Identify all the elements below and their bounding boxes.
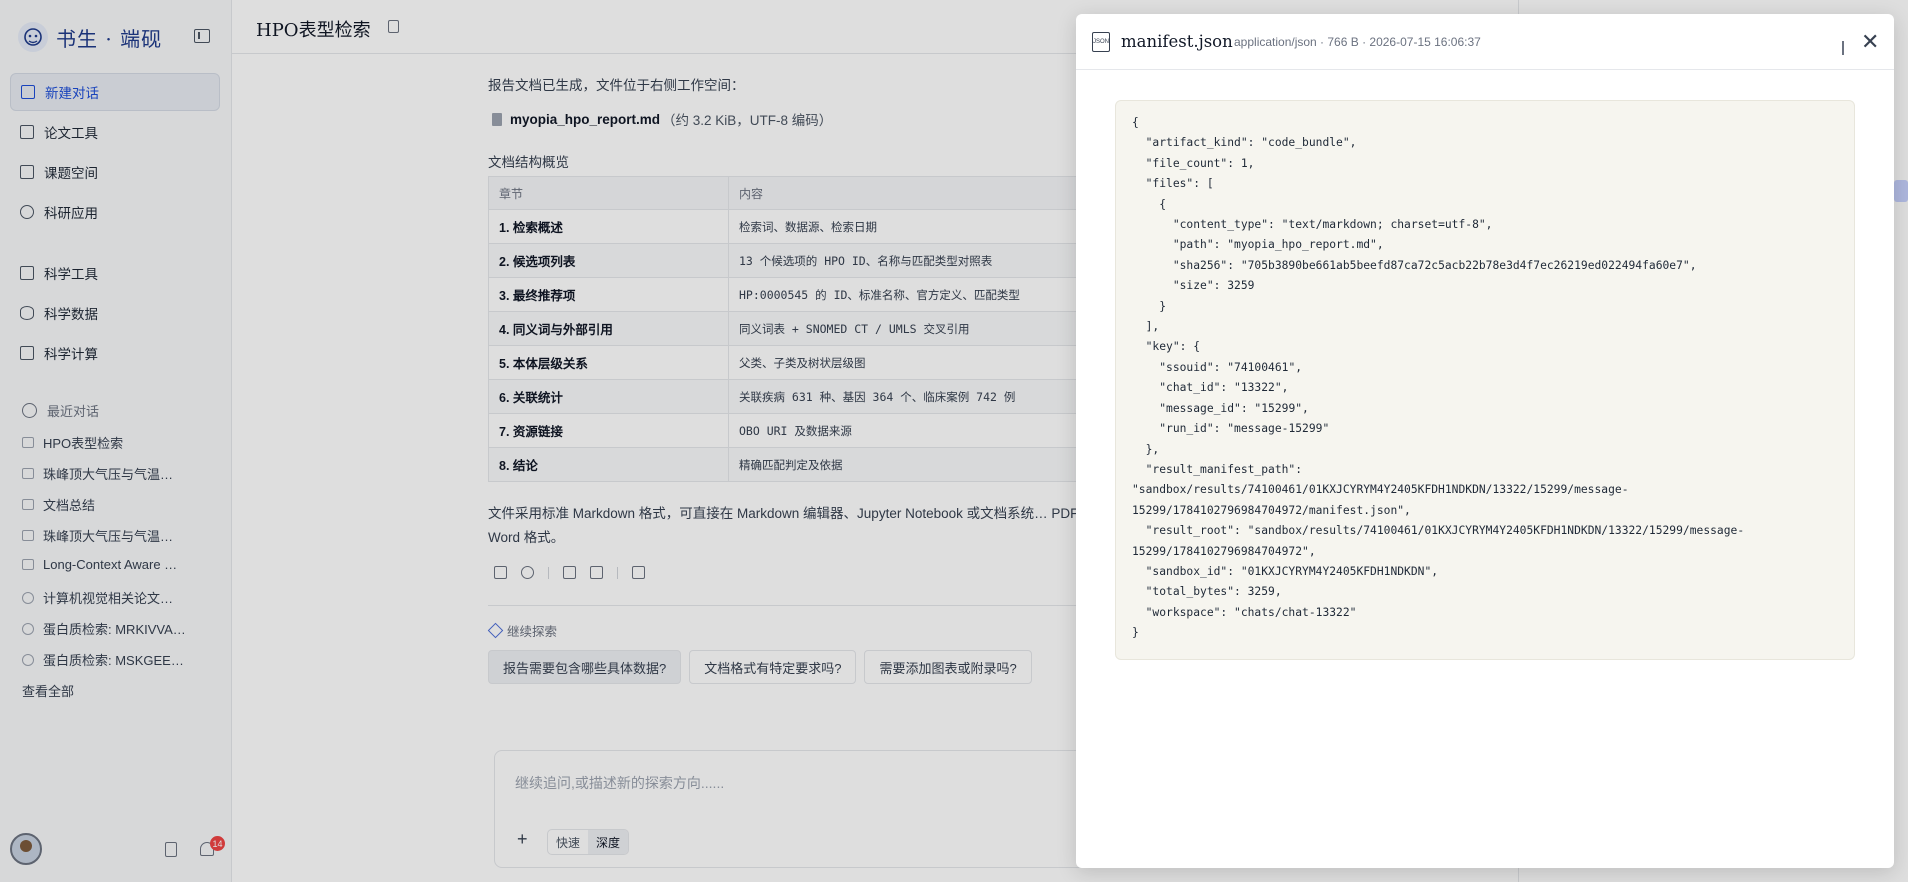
modal-title: manifest.json [1121,32,1233,51]
json-content: { "artifact_kind": "code_bundle", "file_… [1132,116,1745,640]
file-preview-modal: JSON manifest.json application/json · 76… [1076,14,1894,868]
code-viewer[interactable]: { "artifact_kind": "code_bundle", "file_… [1115,100,1855,660]
modal-meta: application/json · 766 B · 2026-07-15 16… [1234,35,1481,49]
close-icon[interactable]: ✕ [1861,30,1879,54]
modal-header: JSON manifest.json application/json · 76… [1076,14,1894,70]
divider [1842,41,1844,55]
json-file-icon: JSON [1092,32,1110,52]
app-window: 书生 · 端砚 新建对话 论文工具 课题空间 科研应用 科学工具 科学数据 科学… [0,0,1908,882]
